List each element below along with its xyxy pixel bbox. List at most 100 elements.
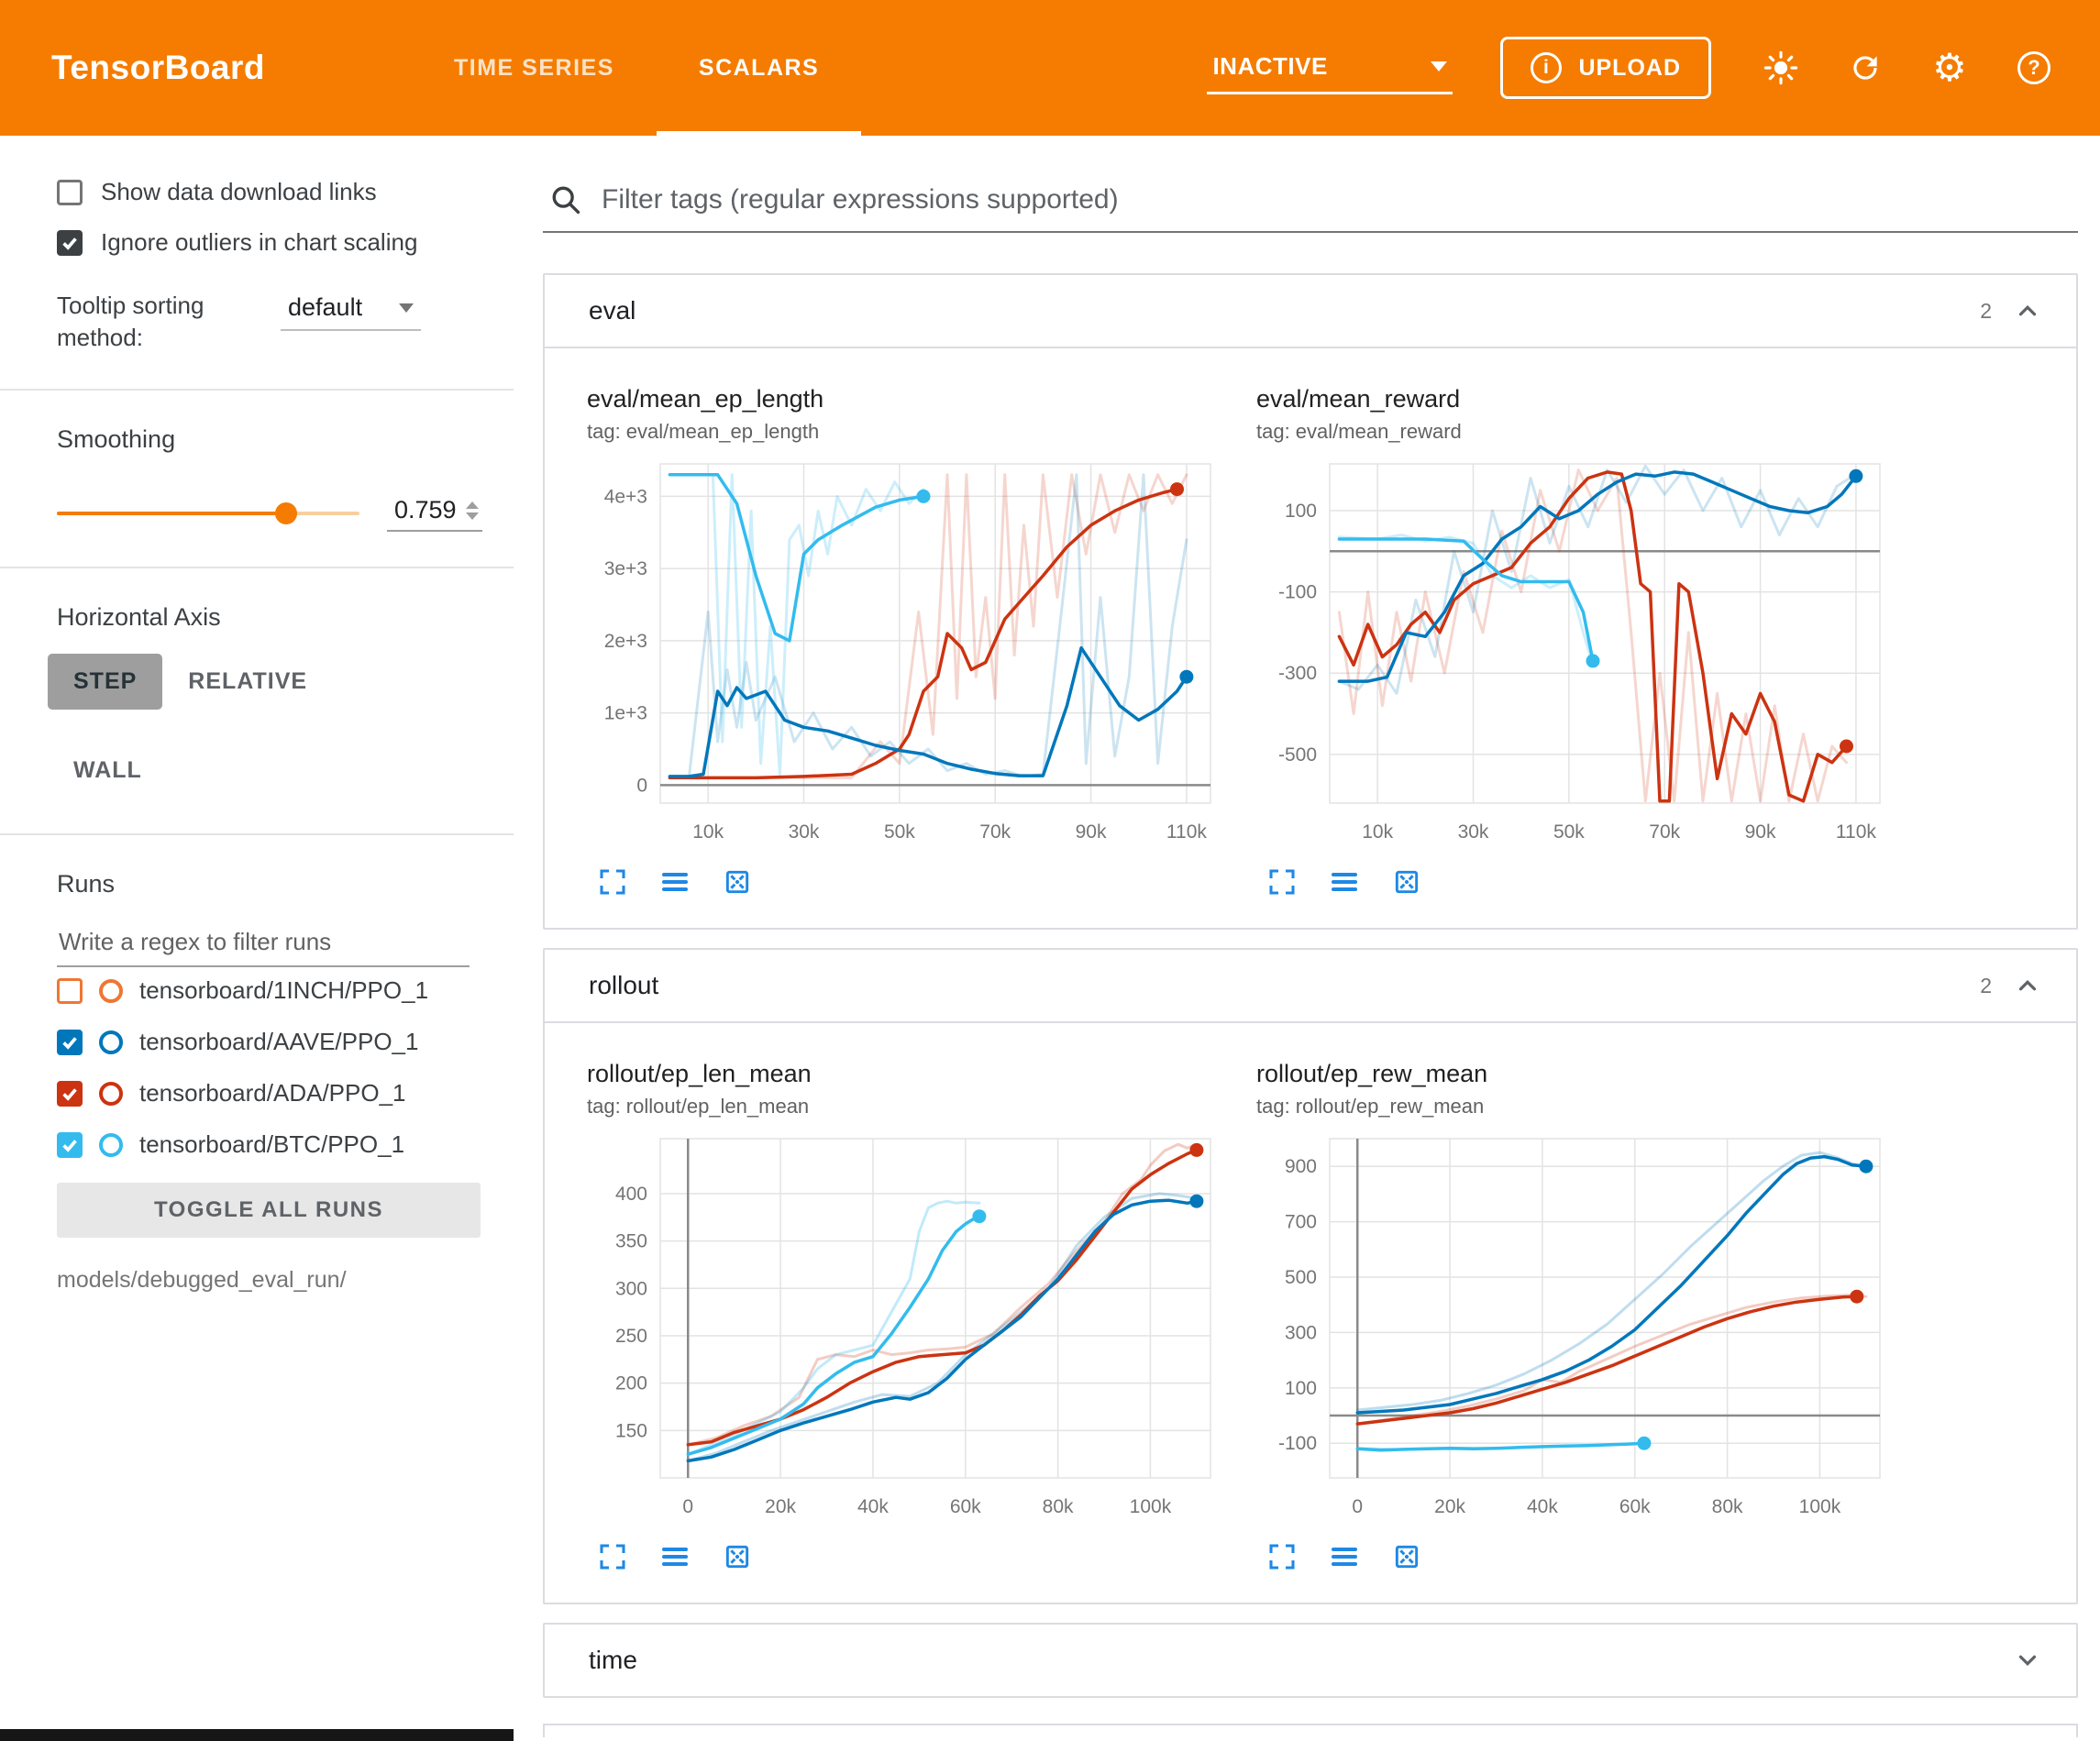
svg-text:250: 250 [615,1326,647,1347]
chart-tag: tag: rollout/ep_len_mean [587,1095,1229,1118]
main-tabs: TIME SERIES SCALARS [412,0,861,136]
runs-filter-input[interactable] [57,922,470,967]
run-color-swatch [99,1082,123,1106]
run-row-1inch[interactable]: tensorboard/1INCH/PPO_1 [57,976,504,1005]
time-card-header[interactable]: time [545,1625,2076,1696]
run-checkbox[interactable] [57,1132,83,1158]
svg-text:80k: 80k [1043,1496,1074,1517]
smoothing-value-field[interactable]: 0.759 [387,494,482,532]
stepper-down-icon[interactable] [466,512,479,520]
refresh-icon[interactable] [1847,50,1884,86]
svg-text:110k: 110k [1166,821,1207,843]
svg-text:0: 0 [636,775,647,796]
slider-thumb[interactable] [275,502,297,524]
eval-card-header[interactable]: eval 2 [545,275,2076,347]
run-row-aave[interactable]: tensorboard/AAVE/PPO_1 [57,1028,504,1056]
svg-text:-100: -100 [1278,582,1317,603]
svg-text:60k: 60k [1619,1496,1651,1517]
smoothing-slider[interactable] [57,512,359,515]
expand-card-icon[interactable] [1267,867,1297,897]
run-checkbox[interactable] [57,1030,83,1055]
dashboard-content: eval 2 eval/mean_ep_length tag: eval/mea… [514,136,2100,1741]
data-table-icon[interactable] [1330,1542,1359,1571]
run-checkbox[interactable] [57,1081,83,1107]
fit-domain-icon[interactable] [723,1542,752,1571]
stepper-up-icon[interactable] [466,501,479,509]
svg-text:70k: 70k [979,821,1011,843]
svg-text:90k: 90k [1076,821,1107,843]
settings-sidebar: Show data download links Ignore outliers… [0,136,514,1741]
run-checkbox[interactable] [57,978,83,1004]
header-icon-group: ⚙ ? [1763,50,2052,86]
toggle-all-runs-button[interactable]: TOGGLE ALL RUNS [57,1183,481,1238]
run-label: tensorboard/1INCH/PPO_1 [139,976,428,1005]
expand-card-icon[interactable] [598,1542,627,1571]
svg-text:1e+3: 1e+3 [604,703,647,724]
help-icon[interactable]: ? [2016,50,2052,86]
data-table-icon[interactable] [1330,867,1359,897]
data-table-icon[interactable] [660,1542,690,1571]
svg-text:0: 0 [682,1496,693,1517]
fit-domain-icon[interactable] [1392,1542,1421,1571]
ignore-outliers-checkbox[interactable] [57,230,83,256]
rollout-card-header[interactable]: rollout 2 [545,950,2076,1021]
ignore-outliers-row[interactable]: Ignore outliers in chart scaling [57,228,495,257]
chart-tag: tag: rollout/ep_rew_mean [1256,1095,1898,1118]
expand-card-icon[interactable] [598,867,627,897]
svg-text:-300: -300 [1278,663,1317,684]
section-title: rollout [589,971,658,1000]
app-header: TensorBoard TIME SERIES SCALARS INACTIVE… [0,0,2100,136]
chart-plot-area[interactable]: 150200250300350400020k40k60k80k100k [583,1126,1225,1531]
svg-text:3e+3: 3e+3 [604,558,647,579]
brightness-icon[interactable] [1763,50,1799,86]
run-row-btc[interactable]: tensorboard/BTC/PPO_1 [57,1130,504,1159]
svg-text:70k: 70k [1649,821,1680,843]
tooltip-sorting-dropdown[interactable]: default [281,290,421,331]
fit-domain-icon[interactable] [723,867,752,897]
smoothing-value: 0.759 [394,496,457,524]
tab-scalars[interactable]: SCALARS [657,0,861,136]
fit-domain-icon[interactable] [1392,867,1421,897]
app-title: TensorBoard [51,49,265,87]
show-download-links-checkbox[interactable] [57,180,83,205]
svg-text:4e+3: 4e+3 [604,486,647,507]
settings-gear-icon[interactable]: ⚙ [1931,50,1968,86]
section-card-eval: eval 2 eval/mean_ep_length tag: eval/mea… [543,273,2078,930]
status-dropdown[interactable]: INACTIVE [1207,41,1453,94]
chart-plot-area[interactable]: 01e+32e+33e+34e+310k30k50k70k90k110k [583,451,1225,856]
svg-text:350: 350 [615,1231,647,1252]
svg-text:90k: 90k [1745,821,1776,843]
stepper-arrows[interactable] [466,501,479,520]
svg-text:20k: 20k [1434,1496,1465,1517]
chart-plot-area[interactable]: 100-100-300-50010k30k50k70k90k110k [1253,451,1895,856]
axis-step-button[interactable]: STEP [48,654,162,710]
divider [0,389,514,391]
info-icon: i [1531,52,1562,83]
axis-relative-button[interactable]: RELATIVE [162,654,333,710]
tag-filter-input[interactable] [600,183,2072,216]
svg-text:20k: 20k [765,1496,796,1517]
svg-text:30k: 30k [789,821,820,843]
smoothing-slider-row: 0.759 [57,494,495,532]
chart-title: eval/mean_reward [1256,385,1898,413]
svg-text:10k: 10k [692,821,724,843]
chevron-up-icon[interactable] [2014,972,2041,999]
expand-card-icon[interactable] [1267,1542,1297,1571]
tag-filter-row [543,183,2078,233]
upload-button[interactable]: i UPLOAD [1500,37,1711,99]
chart-plot-area[interactable]: -100100300500700900020k40k60k80k100k [1253,1126,1895,1531]
upload-button-label: UPLOAD [1578,55,1681,82]
data-table-icon[interactable] [660,867,690,897]
chart-rollout-ep-len-mean: rollout/ep_len_mean tag: rollout/ep_len_… [583,1060,1229,1571]
show-download-links-row[interactable]: Show data download links [57,178,495,206]
axis-wall-button[interactable]: WALL [48,743,168,799]
chevron-down-icon[interactable] [2014,1647,2041,1674]
svg-text:-100: -100 [1278,1433,1317,1454]
chevron-up-icon[interactable] [2014,297,2041,325]
tab-time-series[interactable]: TIME SERIES [412,0,657,136]
divider [0,833,514,835]
run-row-ada[interactable]: tensorboard/ADA/PPO_1 [57,1079,504,1107]
tooltip-sorting-row: Tooltip sorting method: default [57,290,495,354]
run-label: tensorboard/ADA/PPO_1 [139,1079,406,1107]
chart-rollout-ep-rew-mean: rollout/ep_rew_mean tag: rollout/ep_rew_… [1253,1060,1898,1571]
